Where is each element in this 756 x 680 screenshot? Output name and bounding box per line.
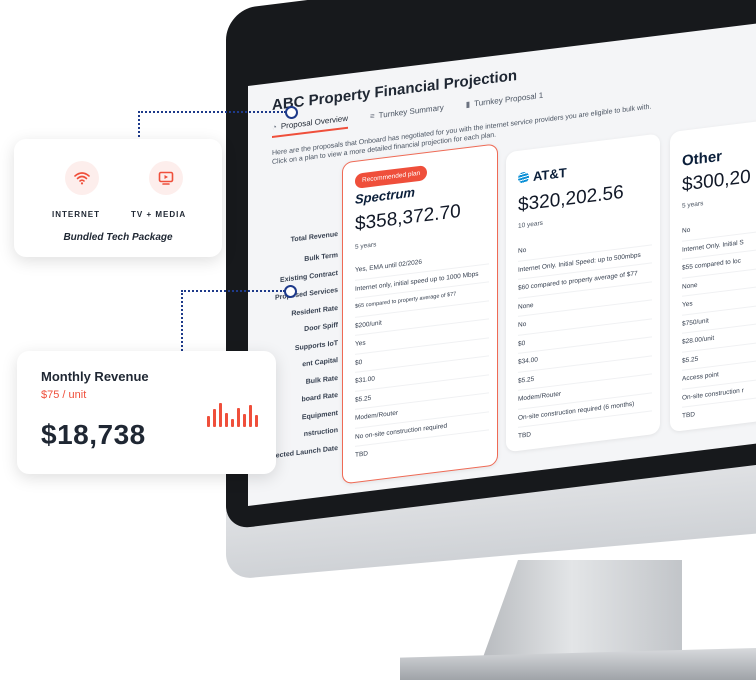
plan-card-other[interactable]: Other $300,20 5 years No Internet Only. … bbox=[670, 110, 756, 433]
document-icon: ▮ bbox=[465, 99, 471, 110]
tv-icon bbox=[149, 161, 183, 195]
plan-term: 5 years bbox=[355, 241, 377, 251]
monitor-screen: ABC Property Financial Projection ◔ Prop… bbox=[248, 19, 756, 506]
monitor-stand bbox=[482, 560, 682, 660]
bar-icon-segment bbox=[255, 415, 258, 427]
tab-label: Turnkey Proposal 1 bbox=[474, 90, 544, 109]
tab-turnkey-proposal-1[interactable]: ▮ Turnkey Proposal 1 bbox=[466, 90, 543, 115]
imac-monitor: ABC Property Financial Projection ◔ Prop… bbox=[0, 0, 756, 680]
tv-media-label: TV + MEDIA bbox=[131, 210, 187, 219]
wifi-icon bbox=[65, 161, 99, 195]
monthly-revenue-card: Monthly Revenue $75 / unit $18,738 bbox=[17, 351, 276, 474]
dotted-connector bbox=[138, 111, 286, 141]
bar-icon-segment bbox=[225, 413, 228, 427]
plan-values: No Internet Only. Initial S $55 compared… bbox=[682, 203, 756, 426]
recommended-badge: Recommended plan bbox=[355, 164, 428, 189]
revenue-rate: $75 / unit bbox=[41, 389, 87, 401]
tab-label: Turnkey Summary bbox=[378, 102, 444, 120]
list-icon: ≡ bbox=[369, 111, 375, 122]
bar-icon-segment bbox=[249, 405, 252, 427]
plan-name: Other bbox=[682, 147, 723, 170]
revenue-title: Monthly Revenue bbox=[41, 369, 149, 384]
att-globe-icon bbox=[518, 171, 529, 184]
connector-node bbox=[285, 106, 298, 119]
internet-label: INTERNET bbox=[52, 210, 100, 219]
plan-price: $358,372.70 bbox=[355, 200, 461, 235]
tab-turnkey-summary[interactable]: ≡ Turnkey Summary bbox=[370, 102, 444, 126]
bar-icon-segment bbox=[207, 416, 210, 427]
revenue-amount: $18,738 bbox=[41, 419, 146, 450]
bar-icon-segment bbox=[243, 414, 246, 427]
bundled-tech-card: INTERNET TV + MEDIA Bundled Tech Package bbox=[14, 139, 222, 257]
plan-price: $300,20 bbox=[682, 166, 751, 196]
bar-icon-segment bbox=[213, 409, 216, 427]
dotted-connector bbox=[181, 290, 285, 354]
plan-values: Yes, EMA until 02/2026 Internet only, in… bbox=[355, 245, 489, 465]
plan-price: $320,202.56 bbox=[518, 181, 624, 216]
plan-term: 10 years bbox=[518, 219, 543, 230]
plan-values: No Internet Only. Initial Speed: up to 5… bbox=[518, 226, 652, 446]
plan-term: 5 years bbox=[682, 200, 704, 210]
bar-icon-segment bbox=[231, 419, 234, 427]
spectrum-logo: Spectrum bbox=[355, 184, 415, 207]
plan-card-att[interactable]: AT&T $320,202.56 10 years No Internet On… bbox=[506, 133, 660, 453]
bar-chart-icon bbox=[207, 399, 258, 427]
bar-icon-segment bbox=[237, 408, 240, 427]
connector-node bbox=[284, 285, 297, 298]
tech-card-title: Bundled Tech Package bbox=[63, 232, 173, 243]
plan-card-spectrum[interactable]: Recommended plan Spectrum $358,372.70 5 … bbox=[342, 143, 498, 485]
att-name: AT&T bbox=[533, 164, 567, 185]
att-logo: AT&T bbox=[518, 165, 567, 186]
bar-icon-segment bbox=[219, 403, 222, 427]
